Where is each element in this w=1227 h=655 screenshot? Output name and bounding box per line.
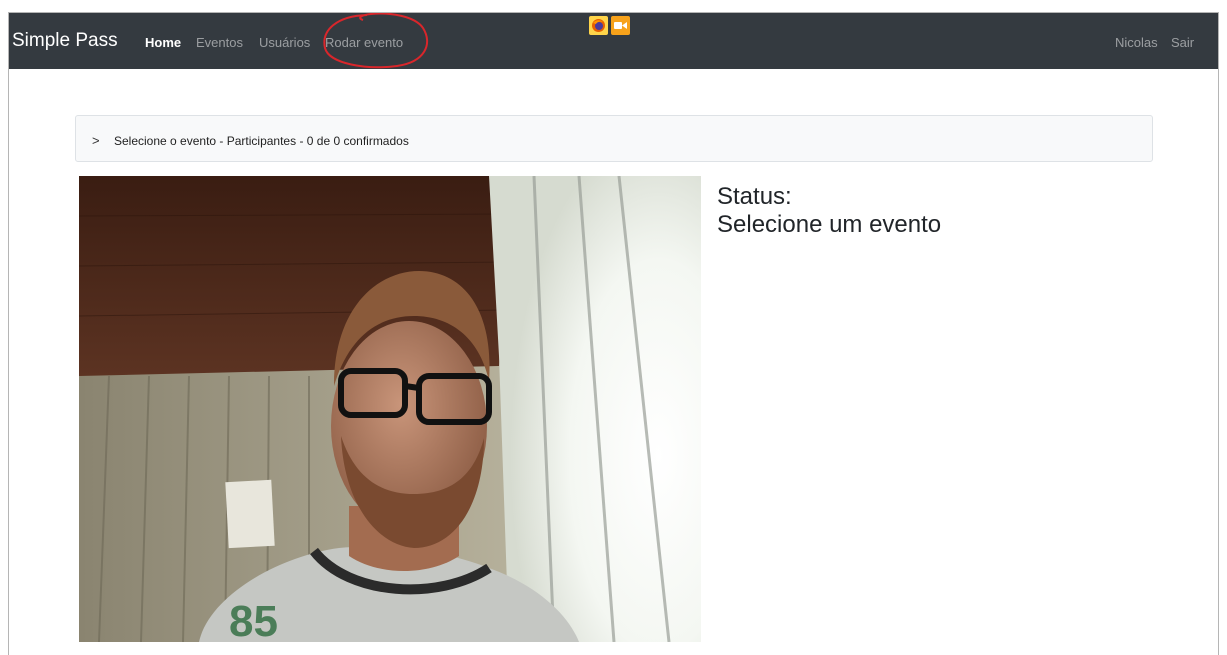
nav-rodar-evento[interactable]: Rodar evento bbox=[325, 35, 403, 50]
status-label: Status: bbox=[717, 183, 792, 210]
brand-logo[interactable]: Simple Pass bbox=[12, 30, 118, 52]
browser-indicators bbox=[589, 16, 630, 35]
camera-icon[interactable] bbox=[611, 16, 630, 35]
nav-eventos[interactable]: Eventos bbox=[196, 35, 243, 50]
nav-usuarios[interactable]: Usuários bbox=[259, 35, 310, 50]
chevron-right-icon[interactable]: > bbox=[92, 133, 100, 148]
app-window: Simple Pass Home Eventos Usuários Rodar … bbox=[8, 12, 1219, 655]
webcam-feed: 85 bbox=[79, 176, 701, 642]
event-selector-label[interactable]: Selecione o evento - Participantes - 0 d… bbox=[114, 134, 409, 148]
nav-home[interactable]: Home bbox=[145, 35, 181, 50]
user-name-link[interactable]: Nicolas bbox=[1115, 35, 1158, 50]
navbar: Simple Pass Home Eventos Usuários Rodar … bbox=[9, 13, 1218, 69]
svg-text:85: 85 bbox=[229, 597, 278, 642]
firefox-icon[interactable] bbox=[589, 16, 608, 35]
event-selector-accordion[interactable]: > Selecione o evento - Participantes - 0… bbox=[75, 115, 1153, 162]
logout-link[interactable]: Sair bbox=[1171, 35, 1194, 50]
status-value: Selecione um evento bbox=[717, 211, 942, 238]
